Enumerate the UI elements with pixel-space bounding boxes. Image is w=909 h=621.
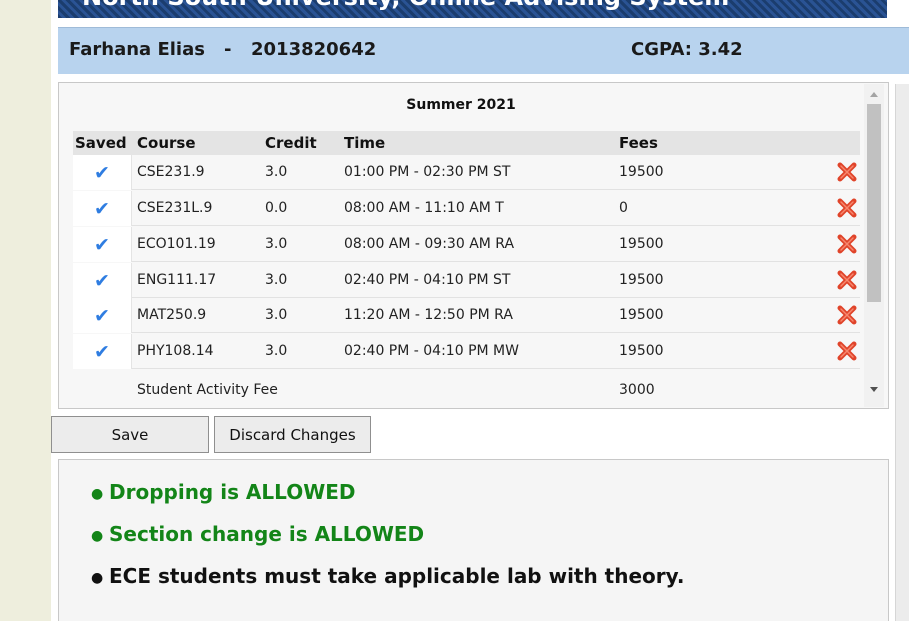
course-code: MAT250.9: [137, 307, 207, 323]
delete-x-icon[interactable]: [836, 197, 858, 219]
saved-cell: ✔: [73, 263, 132, 298]
cgpa: CGPA: 3.42: [631, 39, 743, 60]
course-time: 08:00 AM - 11:10 AM T: [344, 200, 504, 216]
column-time: Time: [344, 134, 386, 152]
check-icon: ✔: [94, 198, 110, 220]
check-icon: ✔: [94, 234, 110, 256]
saved-cell: ✔: [73, 298, 132, 333]
course-fees: 19500: [619, 343, 664, 359]
course-time: 11:20 AM - 12:50 PM RA: [344, 307, 513, 323]
course-row: ✔ PHY108.14 3.0 02:40 PM - 04:10 PM MW 1…: [73, 334, 860, 369]
course-credit: 3.0: [265, 343, 288, 359]
column-saved: Saved: [75, 134, 127, 152]
notice-item: ● Dropping is ALLOWED: [91, 480, 356, 504]
bullet-icon: ●: [91, 569, 104, 586]
activity-fee-label: Student Activity Fee: [137, 382, 278, 398]
check-icon: ✔: [94, 162, 110, 184]
delete-x-icon[interactable]: [836, 161, 858, 183]
course-credit: 3.0: [265, 236, 288, 252]
delete-x-icon[interactable]: [836, 233, 858, 255]
scroll-up-arrow-icon[interactable]: [870, 92, 878, 97]
course-row: ✔ CSE231.9 3.0 01:00 PM - 02:30 PM ST 19…: [73, 155, 860, 190]
course-code: ENG111.17: [137, 272, 217, 288]
course-fees: 0: [619, 200, 628, 216]
course-credit: 3.0: [265, 164, 288, 180]
discard-changes-button[interactable]: Discard Changes: [214, 416, 371, 453]
delete-x-icon[interactable]: [836, 269, 858, 291]
saved-cell: ✔: [73, 191, 132, 226]
system-title: North South University, Online Advising …: [82, 0, 729, 11]
site-banner: North South University, Online Advising …: [58, 0, 887, 18]
course-credit: 3.0: [265, 272, 288, 288]
bullet-icon: ●: [91, 485, 104, 502]
course-code: CSE231L.9: [137, 200, 213, 216]
check-icon: ✔: [94, 341, 110, 363]
schedule-table-header: Saved Course Credit Time Fees: [73, 131, 860, 155]
check-icon: ✔: [94, 305, 110, 327]
course-fees: 19500: [619, 164, 664, 180]
delete-x-icon[interactable]: [836, 304, 858, 326]
column-credit: Credit: [265, 134, 317, 152]
check-icon: ✔: [94, 270, 110, 292]
student-name: Farhana Elias: [69, 39, 205, 60]
course-row: ✔ ENG111.17 3.0 02:40 PM - 04:10 PM ST 1…: [73, 263, 860, 298]
course-time: 02:40 PM - 04:10 PM ST: [344, 272, 511, 288]
left-page-margin: [0, 0, 51, 621]
scroll-down-arrow-icon[interactable]: [870, 387, 878, 392]
saved-cell: ✔: [73, 227, 132, 262]
notice-item: ● Section change is ALLOWED: [91, 522, 424, 546]
notice-dropping: Dropping is ALLOWED: [109, 480, 356, 504]
column-fees: Fees: [619, 134, 658, 152]
student-info-bar: Farhana Elias - 2013820642 CGPA: 3.42: [58, 27, 909, 74]
activity-fee-amount: 3000: [619, 382, 655, 398]
course-time: 02:40 PM - 04:10 PM MW: [344, 343, 519, 359]
saved-cell: ✔: [73, 155, 132, 190]
semester-title: Summer 2021: [406, 97, 516, 113]
column-course: Course: [137, 134, 196, 152]
course-fees: 19500: [619, 236, 664, 252]
course-code: PHY108.14: [137, 343, 214, 359]
bullet-icon: ●: [91, 527, 104, 544]
course-time: 08:00 AM - 09:30 AM RA: [344, 236, 515, 252]
notice-section-change: Section change is ALLOWED: [109, 522, 425, 546]
course-fees: 19500: [619, 272, 664, 288]
notice-item: ● ECE students must take applicable lab w…: [91, 564, 684, 588]
course-row: ✔ CSE231L.9 0.0 08:00 AM - 11:10 AM T 0: [73, 191, 860, 226]
course-time: 01:00 PM - 02:30 PM ST: [344, 164, 511, 180]
course-credit: 0.0: [265, 200, 288, 216]
page-scrollbar-edge: [895, 84, 909, 621]
course-row: ✔ MAT250.9 3.0 11:20 AM - 12:50 PM RA 19…: [73, 298, 860, 333]
course-code: ECO101.19: [137, 236, 216, 252]
course-row: ✔ ECO101.19 3.0 08:00 AM - 09:30 AM RA 1…: [73, 227, 860, 262]
course-credit: 3.0: [265, 307, 288, 323]
schedule-panel: Summer 2021 Saved Course Credit Time Fee…: [58, 82, 889, 409]
name-id-separator: -: [224, 39, 232, 60]
scroll-thumb[interactable]: [867, 104, 881, 302]
save-button[interactable]: Save: [51, 416, 209, 453]
advising-notices: ● Dropping is ALLOWED ● Section change is …: [58, 459, 889, 621]
activity-fee-row: Student Activity Fee 3000: [73, 379, 860, 403]
saved-cell: ✔: [73, 334, 132, 369]
student-id: 2013820642: [251, 39, 377, 60]
schedule-scrollbar[interactable]: [864, 84, 884, 407]
notice-lab-rule: ECE students must take applicable lab wi…: [109, 564, 685, 588]
course-code: CSE231.9: [137, 164, 205, 180]
delete-x-icon[interactable]: [836, 340, 858, 362]
course-fees: 19500: [619, 307, 664, 323]
